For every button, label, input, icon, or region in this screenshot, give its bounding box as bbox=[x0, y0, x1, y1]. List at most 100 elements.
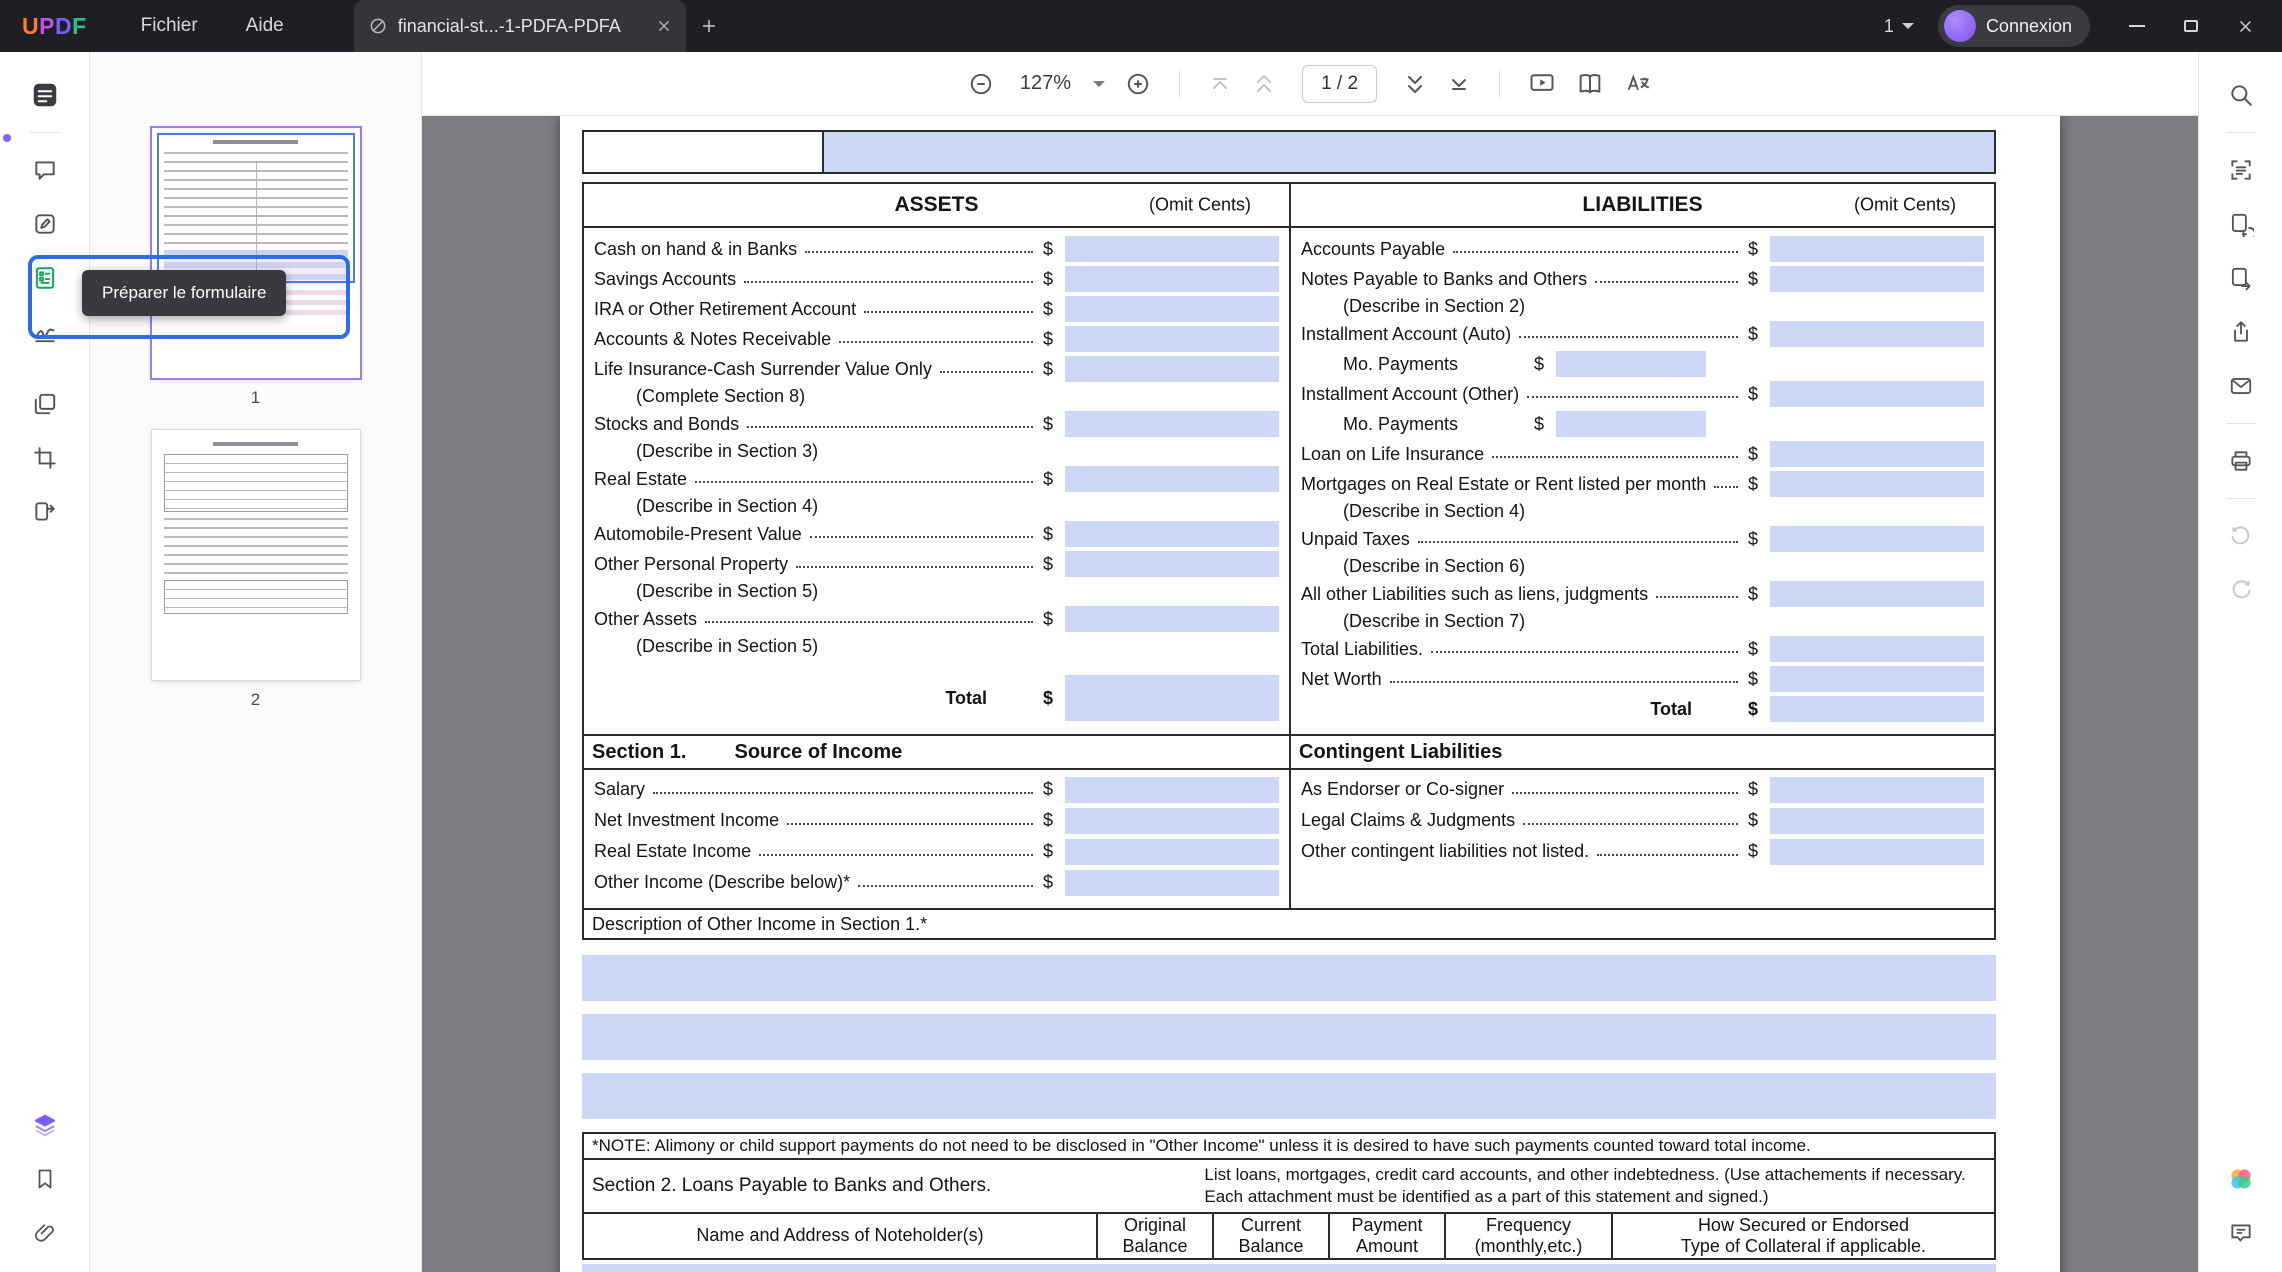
print-button[interactable] bbox=[2219, 439, 2263, 483]
prepare-form-button[interactable] bbox=[23, 256, 67, 300]
table-row-field[interactable] bbox=[582, 1264, 1996, 1272]
page-refresh-icon bbox=[2228, 211, 2254, 237]
form-field[interactable] bbox=[824, 132, 1994, 172]
page-export-icon bbox=[2228, 265, 2254, 291]
row-label: Real Estate Income bbox=[594, 841, 751, 862]
share-button[interactable] bbox=[2219, 310, 2263, 354]
page-number-input[interactable]: 1 / 2 bbox=[1302, 65, 1377, 103]
amount-field[interactable] bbox=[1556, 351, 1706, 377]
amount-field[interactable] bbox=[1770, 839, 1984, 865]
presentation-button[interactable] bbox=[1528, 70, 1556, 98]
amount-field[interactable] bbox=[1770, 441, 1984, 467]
menu-fichier[interactable]: Fichier bbox=[141, 15, 198, 37]
column-header-line1: Current bbox=[1241, 1215, 1301, 1237]
attachment-button[interactable] bbox=[23, 1211, 67, 1255]
form-row: Other Personal Property $ bbox=[594, 549, 1283, 579]
sign-button[interactable] bbox=[23, 310, 67, 354]
convert-button[interactable] bbox=[23, 490, 67, 534]
minimize-button[interactable] bbox=[2114, 6, 2160, 46]
description-field[interactable] bbox=[582, 1073, 1996, 1119]
amount-field[interactable] bbox=[1065, 606, 1279, 632]
amount-field[interactable] bbox=[1770, 666, 1984, 692]
description-field[interactable] bbox=[582, 955, 1996, 1001]
amount-field[interactable] bbox=[1770, 321, 1984, 347]
amount-field[interactable] bbox=[1770, 266, 1984, 292]
amount-field[interactable] bbox=[1065, 870, 1279, 896]
amount-field[interactable] bbox=[1770, 236, 1984, 262]
amount-field[interactable] bbox=[1065, 777, 1279, 803]
dollar-sign: $ bbox=[1043, 299, 1053, 320]
zoom-in-button[interactable] bbox=[1125, 71, 1151, 97]
amount-field[interactable] bbox=[1770, 526, 1984, 552]
last-page-button[interactable] bbox=[1447, 72, 1471, 96]
amount-field[interactable] bbox=[1065, 296, 1279, 322]
crop-button[interactable] bbox=[23, 436, 67, 480]
amount-field[interactable] bbox=[1065, 236, 1279, 262]
amount-field[interactable] bbox=[1065, 411, 1279, 437]
downloads-dropdown[interactable]: 1 bbox=[1884, 16, 1914, 37]
close-button[interactable] bbox=[2222, 6, 2268, 46]
amount-field[interactable] bbox=[1770, 381, 1984, 407]
extract-page-button[interactable] bbox=[2219, 202, 2263, 246]
organize-pages-button[interactable] bbox=[23, 382, 67, 426]
search-button[interactable] bbox=[2219, 73, 2263, 117]
chevron-down-line-icon bbox=[1447, 72, 1471, 96]
login-button[interactable]: Connexion bbox=[1938, 5, 2090, 47]
ocr-button[interactable] bbox=[2219, 148, 2263, 192]
amount-field[interactable] bbox=[1770, 808, 1984, 834]
amount-field[interactable] bbox=[1065, 839, 1279, 865]
previous-page-button[interactable] bbox=[1252, 72, 1276, 96]
amount-field[interactable] bbox=[1065, 466, 1279, 492]
email-button[interactable] bbox=[2219, 364, 2263, 408]
form-row: (Describe in Section 7) $ bbox=[1301, 609, 1988, 634]
row-label: Other Assets bbox=[594, 609, 697, 630]
row-label: Total Liabilities. bbox=[1301, 639, 1423, 660]
amount-field[interactable] bbox=[1065, 808, 1279, 834]
maximize-button[interactable] bbox=[2168, 6, 2214, 46]
zoom-dropdown-icon[interactable] bbox=[1093, 81, 1105, 87]
amount-field[interactable] bbox=[1556, 411, 1706, 437]
save-as-button[interactable] bbox=[2219, 256, 2263, 300]
amount-field[interactable] bbox=[1065, 356, 1279, 382]
section2-header: Section 2. Loans Payable to Banks and Ot… bbox=[582, 1158, 1996, 1214]
feedback-button[interactable] bbox=[2219, 1211, 2263, 1255]
dollar-sign: $ bbox=[1043, 269, 1053, 290]
amount-field[interactable] bbox=[1770, 777, 1984, 803]
amount-field[interactable] bbox=[1065, 675, 1279, 721]
ai-assistant-button[interactable] bbox=[2219, 1157, 2263, 1201]
redo-button[interactable] bbox=[2219, 568, 2263, 612]
zoom-level[interactable]: 127% bbox=[1020, 72, 1071, 95]
layers-button[interactable] bbox=[23, 1103, 67, 1147]
menu-aide[interactable]: Aide bbox=[246, 15, 284, 37]
thumbnail-page-1[interactable] bbox=[152, 128, 360, 378]
translate-button[interactable] bbox=[1624, 70, 1652, 98]
edit-pdf-button[interactable] bbox=[23, 202, 67, 246]
first-page-button[interactable] bbox=[1208, 72, 1232, 96]
bookmark-button[interactable] bbox=[23, 1157, 67, 1201]
new-tab-button[interactable] bbox=[700, 17, 718, 35]
visible-area-indicator[interactable] bbox=[157, 133, 355, 283]
document-tab[interactable]: financial-st...-1-PDFA-PDFA bbox=[354, 0, 686, 52]
form-row: (Describe in Section 5) $ bbox=[594, 634, 1283, 659]
amount-field[interactable] bbox=[1770, 581, 1984, 607]
prepare-form-tooltip: Préparer le formulaire bbox=[82, 270, 286, 316]
tab-close-icon[interactable] bbox=[656, 18, 672, 34]
reader-button[interactable] bbox=[23, 73, 67, 117]
amount-field[interactable] bbox=[1065, 326, 1279, 352]
undo-button[interactable] bbox=[2219, 514, 2263, 558]
thumbnail-page-2[interactable] bbox=[152, 430, 360, 680]
amount-field[interactable] bbox=[1770, 696, 1984, 722]
amount-field[interactable] bbox=[1770, 471, 1984, 497]
description-field[interactable] bbox=[582, 1014, 1996, 1060]
next-page-button[interactable] bbox=[1403, 72, 1427, 96]
dotted-leader bbox=[796, 556, 1033, 568]
amount-field[interactable] bbox=[1065, 266, 1279, 292]
zoom-out-button[interactable] bbox=[968, 71, 994, 97]
amount-field[interactable] bbox=[1065, 521, 1279, 547]
amount-field[interactable] bbox=[1065, 551, 1279, 577]
two-page-view-button[interactable] bbox=[1576, 70, 1604, 98]
liabilities-header: LIABILITIES (Omit Cents) bbox=[1289, 184, 1994, 226]
row-label: (Describe in Section 3) bbox=[636, 441, 818, 462]
amount-field[interactable] bbox=[1770, 636, 1984, 662]
comment-button[interactable] bbox=[23, 148, 67, 192]
